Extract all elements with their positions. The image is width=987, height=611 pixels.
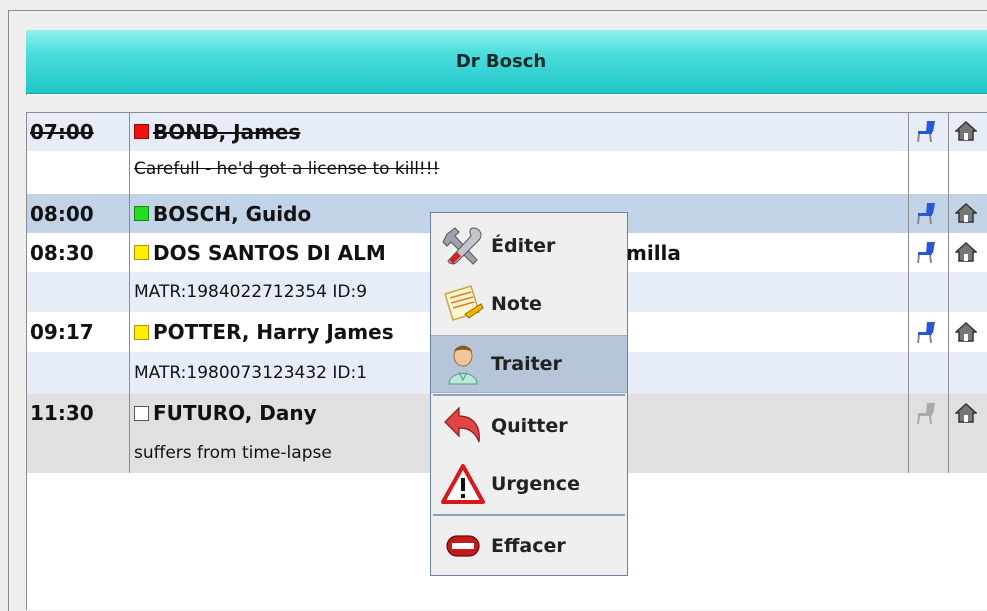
column-divider: [129, 112, 130, 473]
appointment-time: 08:00: [30, 201, 94, 226]
waiting-chair-icon[interactable]: [915, 120, 937, 142]
status-square-icon: [134, 405, 149, 421]
menu-item-label: Éditer: [491, 235, 556, 257]
menu-item-label: Effacer: [491, 535, 566, 557]
menu-item-label: Note: [491, 293, 542, 315]
context-menu: Éditer Note Traiter Quitter Urgence Effa…: [430, 212, 628, 576]
menu-item-label: Urgence: [491, 473, 580, 495]
appointment-time: 11:30: [30, 401, 94, 425]
appointment-note: Carefull - he'd got a license to kill!!!: [134, 158, 440, 179]
appointment-row[interactable]: 07:00 BOND, James: [26, 112, 987, 151]
home-icon[interactable]: [955, 241, 977, 263]
doctor-icon: [448, 345, 478, 385]
patient-name-cell: POTTER, Harry James: [134, 320, 394, 344]
waiting-chair-icon[interactable]: [915, 321, 937, 343]
menu-separator: [433, 514, 625, 516]
patient-name-cell: BOND, James: [134, 120, 300, 144]
patient-name-cell: BOSCH, Guido: [134, 202, 311, 226]
menu-item-editer[interactable]: Éditer: [431, 217, 627, 275]
menu-item-note[interactable]: Note: [431, 275, 627, 333]
patient-name-cell: DOS SANTOS DI ALM: [134, 241, 386, 265]
status-square-icon: [134, 324, 149, 340]
column-divider: [908, 112, 909, 473]
column-divider: [948, 112, 949, 473]
header-gap: [26, 95, 987, 112]
doctor-header[interactable]: Dr Bosch: [26, 30, 987, 94]
waiting-chair-icon[interactable]: [915, 402, 937, 424]
appointment-time: 07:00: [30, 119, 94, 144]
patient-name: BOSCH, Guido: [153, 201, 312, 226]
appointment-time: 08:30: [30, 240, 94, 265]
appointment-note: MATR:1984022712354 ID:9: [134, 282, 368, 302]
home-icon[interactable]: [955, 202, 977, 224]
table-top-border: [26, 112, 987, 113]
warning-icon: [441, 464, 485, 504]
patient-name: DOS SANTOS DI ALM: [153, 240, 386, 265]
patient-name: BOND, James: [153, 119, 301, 144]
menu-item-label: Quitter: [491, 415, 568, 437]
patient-name-tail: milla: [626, 240, 681, 265]
patient-name-cell: FUTURO, Dany: [134, 401, 317, 425]
note-icon: [444, 285, 484, 321]
home-icon[interactable]: [955, 402, 977, 424]
appointment-note: suffers from time-lapse: [134, 442, 332, 463]
menu-item-quitter[interactable]: Quitter: [431, 397, 627, 455]
waiting-chair-icon[interactable]: [915, 241, 937, 263]
menu-item-traiter[interactable]: Traiter: [431, 335, 627, 393]
menu-item-urgence[interactable]: Urgence: [431, 455, 627, 513]
appointment-time: 09:17: [30, 320, 94, 344]
status-square-icon: [134, 206, 149, 221]
table-left-border: [26, 112, 27, 473]
menu-item-effacer[interactable]: Effacer: [431, 517, 627, 575]
menu-separator: [433, 394, 625, 396]
delete-icon: [446, 535, 480, 557]
appointment-note-row: Carefull - he'd got a license to kill!!!: [26, 151, 987, 186]
patient-name: FUTURO, Dany: [153, 401, 317, 425]
patient-name: POTTER, Harry James: [153, 320, 394, 344]
status-square-icon: [134, 124, 149, 139]
status-square-icon: [134, 245, 149, 260]
home-icon[interactable]: [955, 321, 977, 343]
waiting-chair-icon[interactable]: [915, 202, 937, 224]
appointment-note: MATR:1980073123432 ID:1: [134, 363, 368, 383]
tools-icon: [442, 227, 482, 265]
back-arrow-icon: [444, 406, 480, 443]
home-icon[interactable]: [955, 120, 977, 142]
menu-item-label: Traiter: [491, 353, 562, 375]
doctor-name: Dr Bosch: [455, 51, 547, 72]
